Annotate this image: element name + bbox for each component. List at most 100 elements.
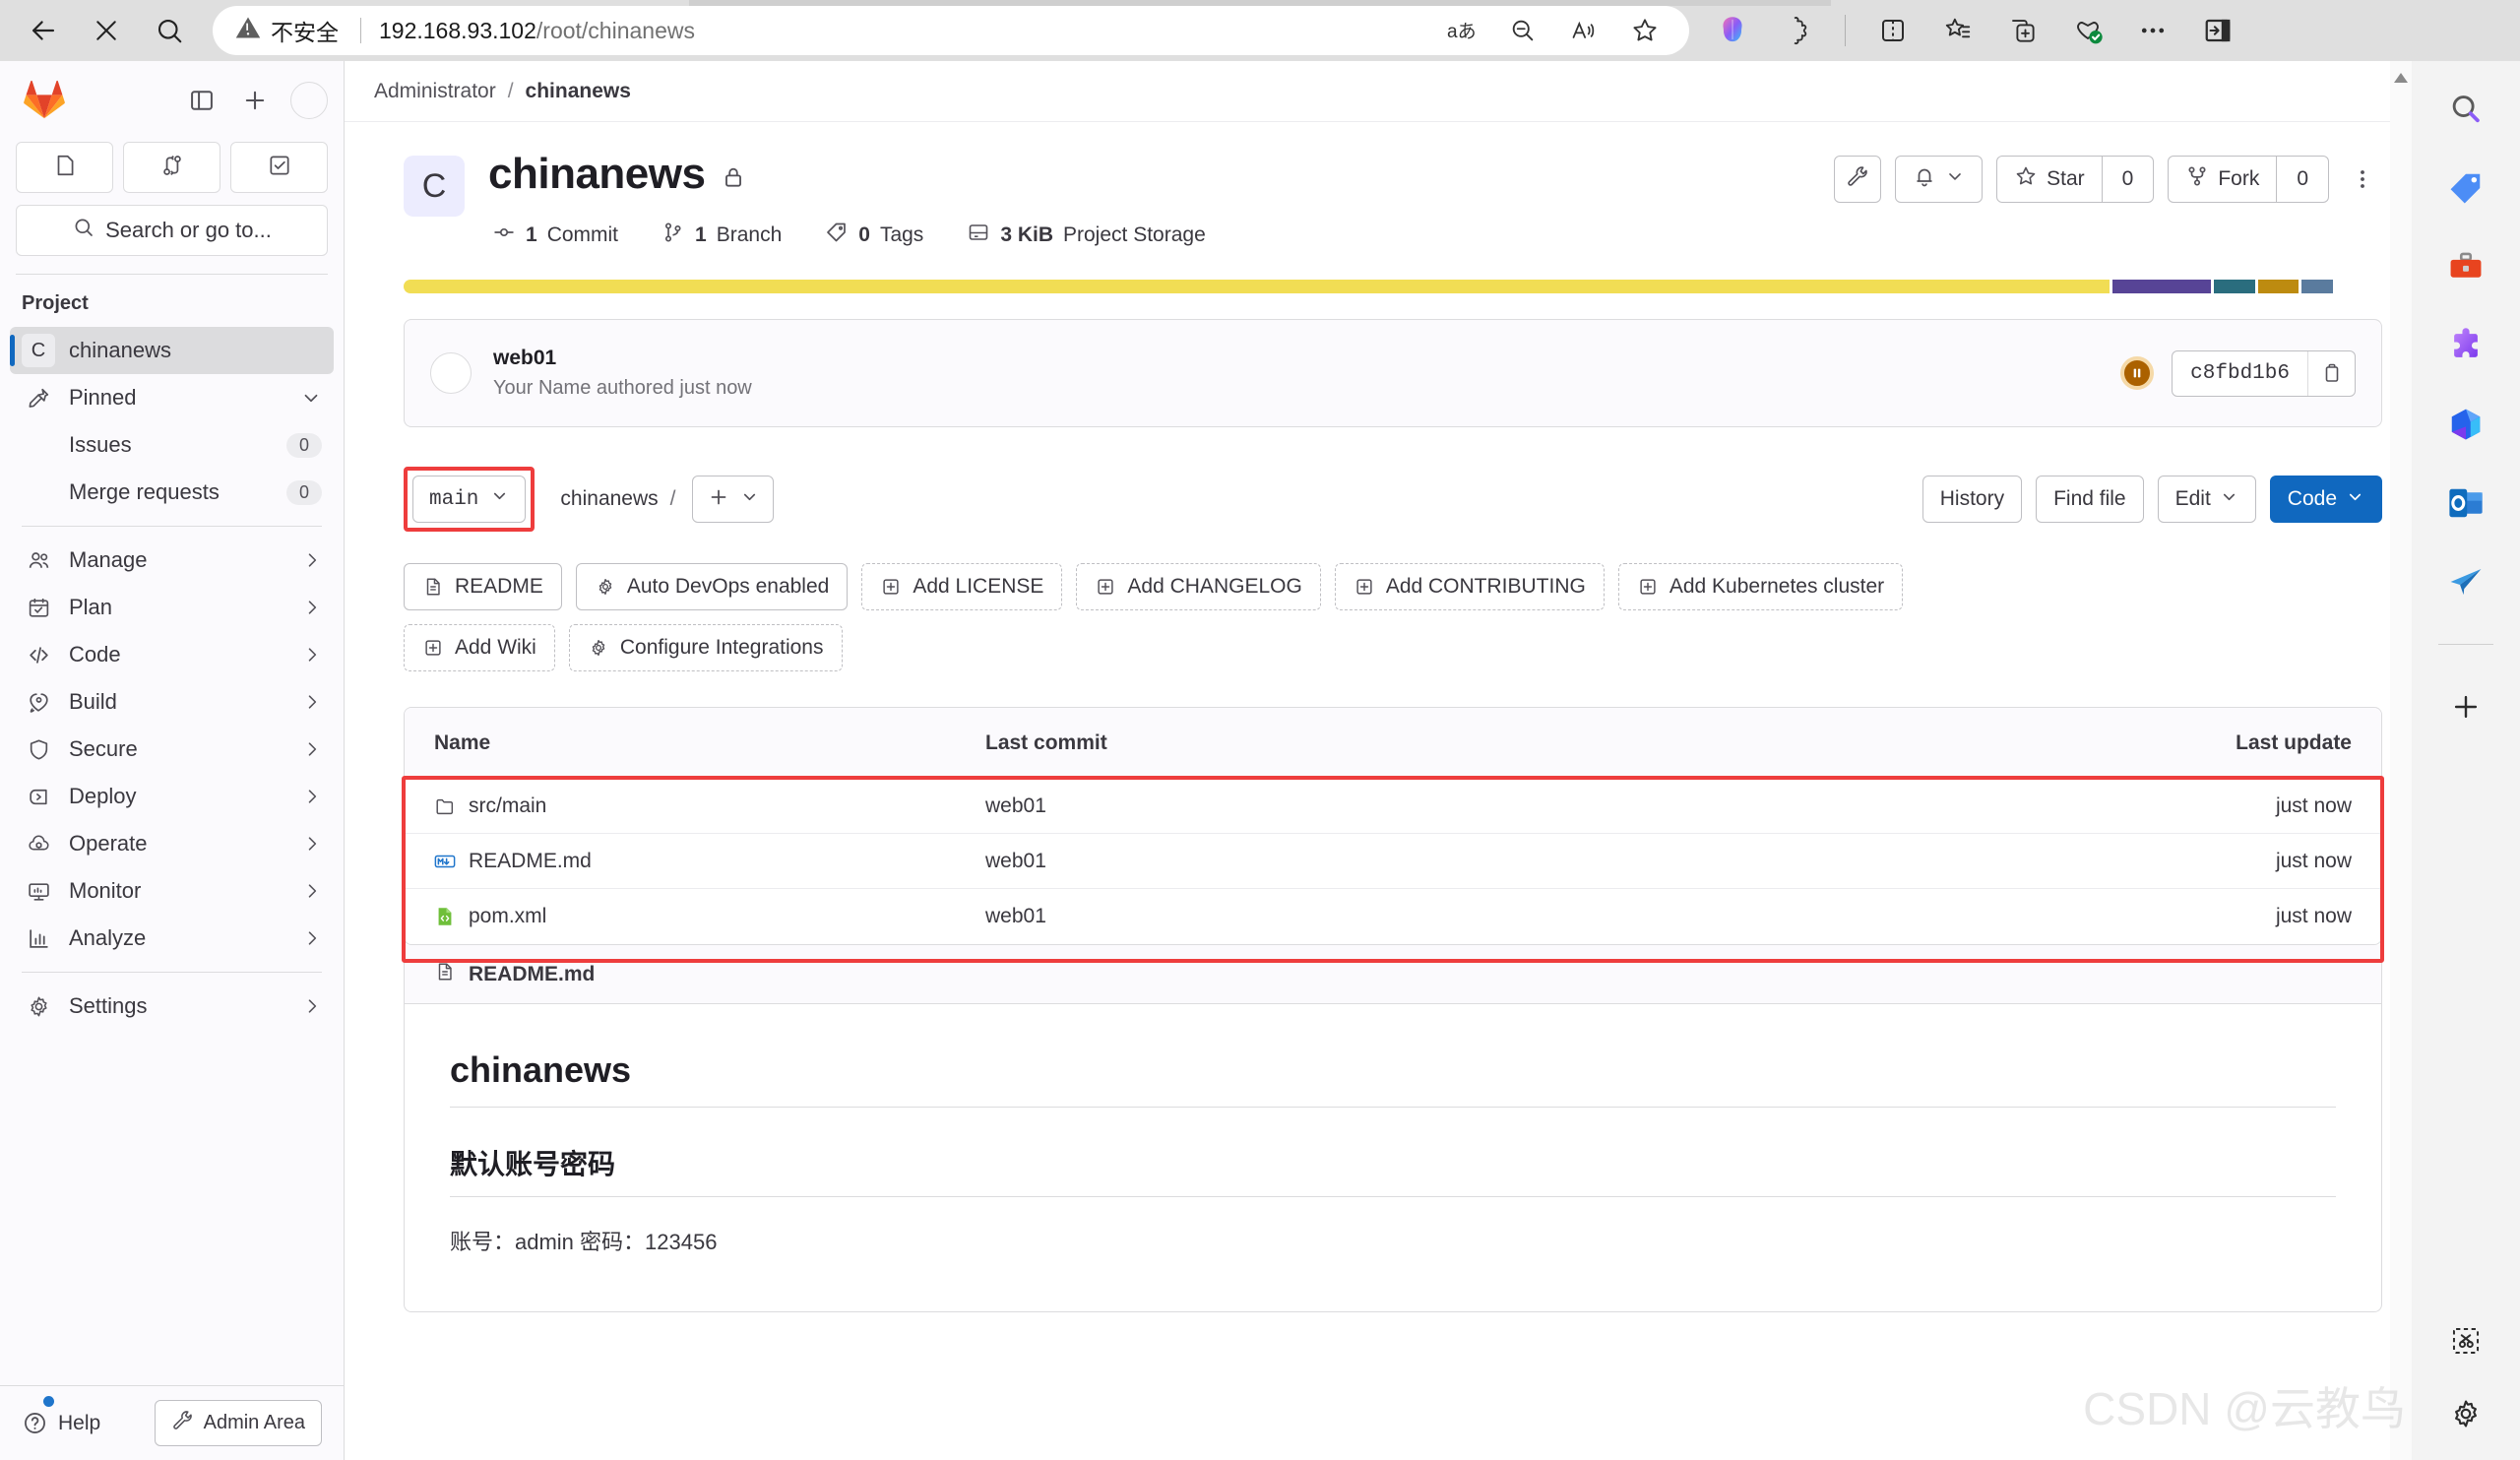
add-to-tree-button[interactable]: [691, 476, 774, 523]
sidebar-toggle-icon[interactable]: [2200, 13, 2236, 48]
commit-title[interactable]: web01: [493, 347, 752, 370]
stat-storage[interactable]: 3 KiB Project Storage: [967, 221, 1206, 250]
branch-selector[interactable]: main: [412, 476, 527, 523]
sidebar-item-merge-requests[interactable]: Merge requests 0: [57, 469, 334, 516]
add-tab-group-icon[interactable]: [2005, 13, 2041, 48]
translate-icon[interactable]: aあ: [1445, 14, 1479, 47]
file-name-cell[interactable]: README.md: [405, 850, 985, 873]
last-commit-cell[interactable]: web01: [985, 794, 2125, 818]
sidebar-item-settings[interactable]: Settings: [10, 983, 334, 1030]
find-file-button[interactable]: Find file: [2036, 476, 2144, 523]
stat-commits[interactable]: 1 Commit: [492, 221, 618, 250]
price-tag-icon[interactable]: [2443, 165, 2488, 211]
quick-action-add-changelog[interactable]: Add CHANGELOG: [1076, 563, 1321, 610]
quick-action-configure-integrations[interactable]: Configure Integrations: [568, 624, 843, 671]
star-button[interactable]: Star: [1996, 156, 2103, 203]
language-segment[interactable]: [2258, 280, 2299, 293]
star-count[interactable]: 0: [2102, 156, 2155, 203]
path-project[interactable]: chinanews: [560, 487, 658, 511]
sidebar-item-manage[interactable]: Manage: [10, 537, 334, 584]
language-segment[interactable]: [2111, 280, 2212, 293]
file-name-cell[interactable]: src/main: [405, 794, 985, 818]
fork-count[interactable]: 0: [2277, 156, 2329, 203]
sidebar-item-plan[interactable]: Plan: [10, 584, 334, 631]
breadcrumb-owner[interactable]: Administrator: [374, 80, 496, 103]
code-button[interactable]: Code: [2269, 476, 2382, 523]
commit-sha[interactable]: c8fbd1b6: [2173, 351, 2307, 396]
fork-button[interactable]: Fork: [2168, 156, 2278, 203]
plus-icon[interactable]: [237, 83, 273, 118]
admin-area-button[interactable]: Admin Area: [154, 1400, 322, 1446]
quick-action-add-kubernetes-cluster[interactable]: Add Kubernetes cluster: [1617, 563, 1904, 610]
todos-shortcut[interactable]: [230, 142, 328, 193]
breadcrumb-project[interactable]: chinanews: [526, 80, 631, 103]
scroll-up-arrow-icon[interactable]: [2392, 71, 2410, 90]
browser-essentials-icon[interactable]: [2070, 13, 2106, 48]
search-icon[interactable]: [2443, 87, 2488, 132]
more-options-icon[interactable]: [2135, 13, 2171, 48]
plus-icon[interactable]: [2443, 684, 2488, 730]
language-segment[interactable]: [2300, 280, 2333, 293]
sidebar-item-monitor[interactable]: Monitor: [10, 867, 334, 915]
issues-shortcut[interactable]: [16, 142, 113, 193]
screenshot-icon[interactable]: [2443, 1318, 2488, 1364]
stop-x-icon[interactable]: [79, 3, 134, 58]
outlook-icon[interactable]: [2443, 480, 2488, 526]
project-wrench-button[interactable]: [1834, 156, 1882, 203]
microsoft-365-icon[interactable]: [2443, 402, 2488, 447]
notifications-button[interactable]: [1895, 156, 1984, 203]
puzzle-extension-icon[interactable]: [2443, 323, 2488, 368]
user-avatar[interactable]: [290, 82, 328, 119]
stat-branches[interactable]: 1 Branch: [662, 221, 782, 250]
sidebar-item-deploy[interactable]: Deploy: [10, 773, 334, 820]
quick-action-add-contributing[interactable]: Add CONTRIBUTING: [1334, 563, 1605, 610]
settings-gear-icon[interactable]: [2443, 1391, 2488, 1436]
copilot-icon[interactable]: [1715, 13, 1750, 48]
back-arrow-icon[interactable]: [16, 3, 71, 58]
table-row[interactable]: pom.xml web01 just now: [405, 889, 2381, 944]
sidebar-item-pinned[interactable]: Pinned: [10, 374, 334, 421]
edit-button[interactable]: Edit: [2157, 476, 2256, 523]
sidebar-item-code[interactable]: Code: [10, 631, 334, 678]
readme-filename[interactable]: README.md: [469, 963, 595, 986]
stat-tags[interactable]: 0 Tags: [825, 221, 923, 250]
help-button[interactable]: Help: [22, 1396, 100, 1436]
page-scrollbar[interactable]: [2390, 61, 2412, 1460]
search-input[interactable]: Search or go to...: [16, 205, 328, 256]
favorite-star-icon[interactable]: [1628, 14, 1662, 47]
extensions-icon[interactable]: [1780, 13, 1815, 48]
address-bar[interactable]: 不安全 192.168.93.102/root/chinanews aあ: [213, 6, 1689, 55]
sidebar-panel-icon[interactable]: [184, 83, 220, 118]
tools-icon[interactable]: [2443, 244, 2488, 289]
last-commit-cell[interactable]: web01: [985, 850, 2125, 873]
sidebar-item-analyze[interactable]: Analyze: [10, 915, 334, 962]
sidebar-item-secure[interactable]: Secure: [10, 726, 334, 773]
split-screen-icon[interactable]: [1875, 13, 1911, 48]
quick-action-readme[interactable]: README: [404, 563, 562, 610]
read-aloud-icon[interactable]: [1567, 14, 1601, 47]
quick-action-auto-devops-enabled[interactable]: Auto DevOps enabled: [575, 563, 849, 610]
quick-action-add-wiki[interactable]: Add Wiki: [404, 624, 555, 671]
pipeline-pending-icon[interactable]: [2120, 356, 2155, 390]
language-segment[interactable]: [404, 280, 2110, 293]
history-button[interactable]: History: [1922, 476, 2023, 523]
gitlab-logo-icon[interactable]: [24, 80, 65, 121]
copy-icon[interactable]: [2307, 350, 2355, 396]
sidebar-item-issues[interactable]: Issues 0: [57, 421, 334, 469]
language-segment[interactable]: [2214, 280, 2256, 293]
search-icon[interactable]: [142, 3, 197, 58]
ellipsis-vertical-icon[interactable]: [2343, 156, 2382, 203]
collections-icon[interactable]: [1940, 13, 1976, 48]
table-row[interactable]: README.md web01 just now: [405, 834, 2381, 889]
sidebar-item-chinanews[interactable]: C chinanews: [10, 327, 334, 374]
security-indicator[interactable]: 不安全: [234, 14, 339, 47]
quick-action-add-license[interactable]: Add LICENSE: [861, 563, 1063, 610]
merge-requests-shortcut[interactable]: [123, 142, 220, 193]
telegram-plane-icon[interactable]: [2443, 559, 2488, 604]
zoom-out-icon[interactable]: [1506, 14, 1540, 47]
sidebar-item-build[interactable]: Build: [10, 678, 334, 726]
last-commit-cell[interactable]: web01: [985, 905, 2125, 928]
sidebar-item-operate[interactable]: Operate: [10, 820, 334, 867]
file-name-cell[interactable]: pom.xml: [405, 905, 985, 928]
table-row[interactable]: src/main web01 just now: [405, 779, 2381, 834]
